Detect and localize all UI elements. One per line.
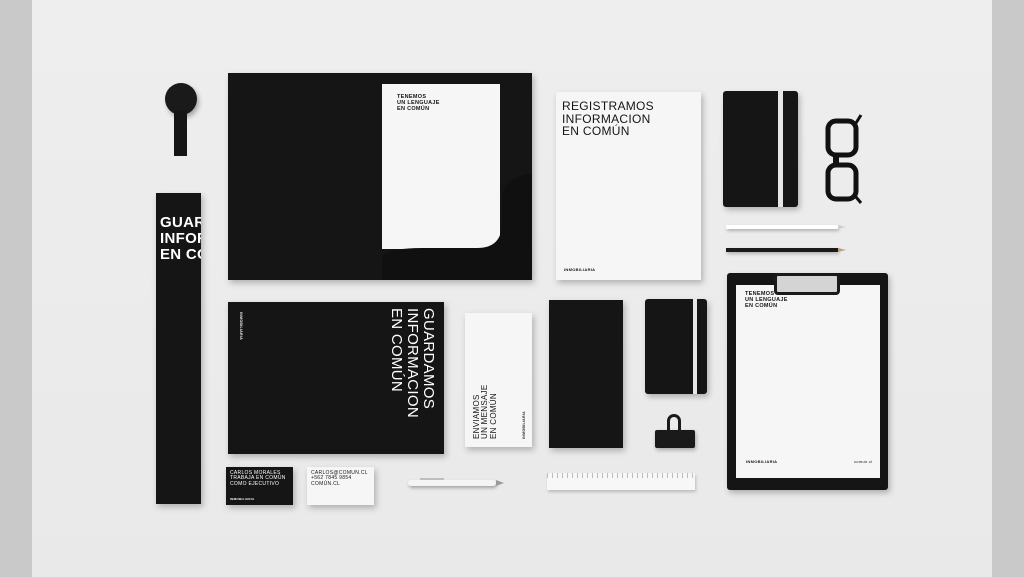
letterhead-footer: INMOBILIARIA [564, 267, 596, 272]
pen-clip [420, 478, 444, 480]
clipboard: TENEMOS UN LENGUAJE EN COMÚN INMOBILIARI… [727, 273, 888, 490]
letterhead-headline: REGISTRAMOS INFORMACION EN COMÚN [562, 99, 654, 139]
pencil-black [726, 248, 838, 252]
small-notebook-band [693, 299, 697, 394]
pencil-black-tip [838, 248, 846, 252]
bulldog-clip [655, 430, 695, 448]
pencil-white [726, 225, 838, 229]
binder-clip-stem [174, 110, 187, 156]
envelope-white: ENVIAMOS UN MENSAJE EN COMÚN INMOBILIARI… [465, 313, 532, 447]
pencil-white-tip [838, 225, 846, 229]
ruler [547, 473, 695, 490]
stationery-mockup-scene: GUARDAMOS INFORMACION EN COMÚN TENEMOS U… [0, 0, 1024, 577]
pen-tip [496, 480, 504, 486]
folder-insert-text: TENEMOS UN LENGUAJE EN COMÚN [397, 94, 440, 112]
black-folder-headline: GUARDAMOS INFORMACION EN COMÚN [388, 308, 438, 418]
clipboard-paper: TENEMOS UN LENGUAJE EN COMÚN INMOBILIARI… [736, 285, 880, 478]
pen [408, 480, 496, 486]
small-notebook [645, 299, 707, 394]
tube-text: GUARDAMOS INFORMACION EN COMÚN [160, 214, 201, 263]
notebook [723, 91, 798, 207]
letterhead-sheet: REGISTRAMOS INFORMACION EN COMÚN INMOBIL… [556, 92, 701, 280]
envelope-black [549, 300, 623, 448]
poster-tube: GUARDAMOS INFORMACION EN COMÚN [156, 193, 201, 504]
eyeglasses [825, 114, 863, 204]
business-card-front-small: INMOBILIARIA [230, 497, 255, 501]
black-folder: GUARDAMOS INFORMACION EN COMÚN INMOBILIA… [228, 302, 444, 454]
envelope-white-text: ENVIAMOS UN MENSAJE EN COMÚN [472, 384, 498, 439]
clipboard-clip [774, 273, 840, 295]
bulldog-clip-handle [667, 414, 681, 432]
envelope-white-small: INMOBILIARIA [522, 411, 526, 439]
business-card-back-text: CARLOS@COMUN.CL +562 7845 9854 COMÚN.CL [311, 470, 368, 487]
business-card-front-text: CARLOS MORALES TRABAJA EN COMÚN COMO EJE… [230, 470, 286, 487]
presentation-folder: TENEMOS UN LENGUAJE EN COMÚN [228, 73, 532, 280]
business-card-back: CARLOS@COMUN.CL +562 7845 9854 COMÚN.CL [307, 467, 374, 505]
clipboard-footer-left: INMOBILIARIA [746, 459, 778, 464]
notebook-elastic-band [778, 91, 783, 207]
black-folder-spine-text: INMOBILIARIA [239, 312, 243, 340]
clipboard-footer-right: comun.cl [854, 459, 873, 464]
business-card-front: CARLOS MORALES TRABAJA EN COMÚN COMO EJE… [226, 467, 293, 505]
folder-pocket [382, 173, 532, 280]
